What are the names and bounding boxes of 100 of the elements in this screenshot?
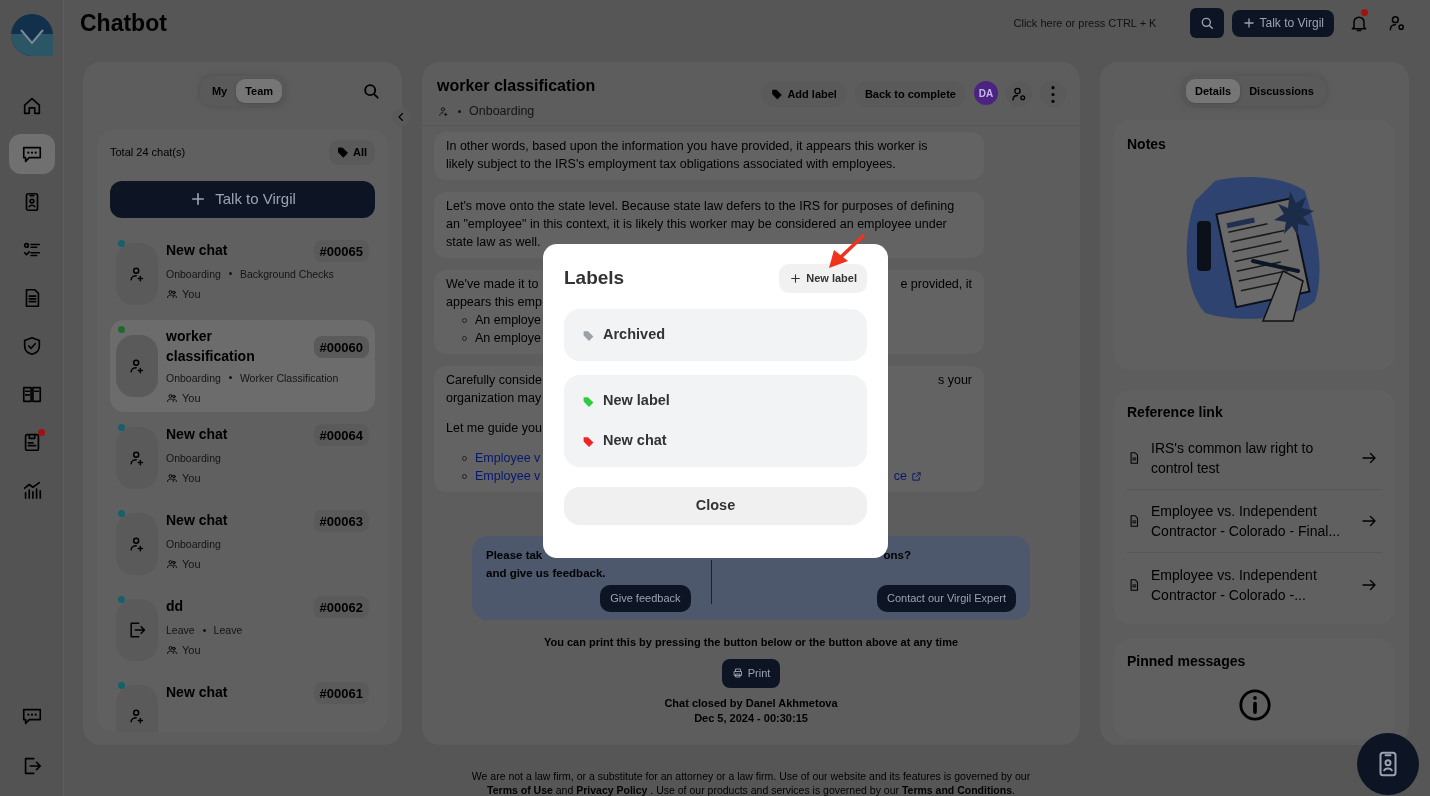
exit-icon (127, 620, 147, 640)
reference-link[interactable]: Employee vs. Independent Contractor - Colorado -... (1151, 564, 1346, 605)
search-field[interactable]: Click here or press CTRL + K (1011, 13, 1182, 33)
message-text: An employe (475, 330, 541, 347)
plus-icon (1241, 16, 1256, 30)
message-text: likely subject to the IRS's employment tax obligations associated with employees. (446, 156, 896, 173)
info-icon (1237, 688, 1272, 722)
message-text: organization may (446, 390, 542, 407)
chat-list-item[interactable]: New chat #00063 Onboarding You (110, 504, 375, 584)
chat-owner: You (182, 471, 201, 486)
message-text: Let's move onto the state level. Because state law defers to the IRS for purposes of defining (446, 198, 955, 215)
printer-icon (731, 667, 744, 679)
chat-title: New chat (166, 425, 228, 444)
chat-title: New chat (166, 683, 228, 702)
contact-expert-button[interactable]: Contact our Virgil Expert (876, 585, 1016, 612)
chat-category: Worker Classification (239, 370, 339, 386)
talk-to-virgil-button[interactable]: Talk to Virgil (1231, 9, 1334, 37)
message-text: an "employee" in this context, it is likely this worker may be considered an employee under (446, 216, 947, 233)
people-icon (166, 391, 178, 404)
chat-list-item[interactable]: New chat #00061 (110, 676, 375, 732)
search-icon (361, 81, 381, 101)
page-title: Chatbot (80, 8, 167, 38)
chat-count: Total 24 chat(s) (110, 145, 186, 160)
feedback-text: Please tak (486, 548, 544, 563)
document-icon (1127, 451, 1141, 465)
user-avatar: DA (974, 81, 998, 105)
disclaimer-text: We are not a law firm, or a substitute for an attorney or a law firm. Use of our website and its features is governed by our (470, 769, 1032, 783)
plus-icon (789, 272, 803, 285)
nav-button[interactable] (8, 134, 55, 174)
print-hint: You can print this by pressing the button below or the button above at any time (543, 635, 959, 650)
chat-category: Onboarding (166, 451, 221, 466)
link[interactable]: Employee v (475, 449, 541, 467)
user-icon (1010, 85, 1028, 103)
chat-owner: You (182, 643, 201, 658)
label-item[interactable]: New chat (564, 421, 867, 461)
logo (8, 12, 55, 56)
separator-dot (458, 109, 461, 113)
back-to-complete-button[interactable]: Back to complete (854, 81, 966, 107)
chat-number: #00064 (313, 424, 369, 446)
people-icon (166, 287, 178, 300)
search-button[interactable] (1189, 8, 1224, 38)
chat-list-item[interactable]: worker classification #00060 Onboarding Worker Classification You (110, 319, 375, 412)
closed-date: Dec 5, 2024 - 00:30:15 (694, 710, 808, 726)
message-text: state law as well. (446, 234, 541, 251)
people-icon (166, 558, 178, 571)
give-feedback-button[interactable]: Give feedback (600, 585, 691, 612)
add-label-button[interactable]: Add label (761, 81, 847, 107)
separator-dot (202, 628, 206, 632)
tab[interactable]: Team (236, 78, 283, 104)
message-text: appears this emp (446, 294, 542, 311)
filter-button[interactable]: All (328, 140, 375, 165)
document-icon (1127, 514, 1141, 528)
people-icon (166, 472, 178, 485)
reference-link[interactable]: Employee vs. Independent Contractor - Colorado - Final... (1151, 501, 1346, 541)
document-icon (1127, 577, 1141, 592)
chat-category: Onboarding (166, 537, 221, 552)
separator-dot (228, 272, 232, 275)
print-button[interactable]: Print (721, 658, 781, 688)
chat-number: #00065 (313, 239, 369, 262)
chat-category: Onboarding (166, 266, 221, 282)
people-icon (166, 644, 178, 657)
external-link-icon (911, 470, 922, 482)
feedback-text: ons? (882, 548, 912, 563)
label-item[interactable]: New label (564, 381, 867, 421)
chat-title: dd (166, 597, 184, 616)
link[interactable]: ce (893, 467, 907, 485)
label-item[interactable]: Archived (564, 315, 867, 355)
chat-title: worker classification (166, 326, 256, 366)
close-button[interactable]: Close (564, 487, 867, 525)
chat-number: #00063 (313, 510, 369, 532)
tag-icon (771, 88, 784, 100)
tab[interactable]: Details (1186, 78, 1241, 104)
talk-to-virgil-button[interactable]: Talk to Virgil (110, 180, 375, 218)
link[interactable]: Employee v (475, 467, 541, 485)
conversation-category: Onboarding (469, 103, 535, 120)
chat-category: Background Checks (239, 266, 334, 282)
reference-link[interactable]: IRS's common law right to control test (1151, 438, 1346, 478)
tag-icon (582, 394, 595, 408)
tag-icon (336, 146, 349, 159)
tag-icon (582, 328, 595, 342)
person-icon (437, 104, 450, 118)
closed-by-text: Chat closed by Danel Akhmetova (664, 695, 838, 711)
chat-category: Leave (166, 623, 195, 638)
dialog-title: Labels (564, 266, 625, 291)
message-text: Let me guide you (446, 420, 542, 437)
message-text: s your (937, 372, 972, 389)
chat-title: New chat (166, 511, 228, 530)
chat-list-item[interactable]: dd #00062 Leave Leave You (110, 590, 375, 670)
tab[interactable]: My (202, 78, 237, 104)
chat-list-item[interactable]: New chat #00064 Onboarding You (110, 418, 375, 498)
new-label-button[interactable]: New label (779, 264, 867, 293)
separator-dot (228, 376, 232, 379)
tab[interactable]: Discussions (1240, 78, 1323, 104)
message-text: Carefully conside (446, 372, 542, 389)
chat-list-item[interactable]: New chat #00065 Onboarding Background Checks You (110, 233, 375, 314)
reference-heading: Reference link (1127, 403, 1224, 422)
chat-owner: You (182, 286, 201, 302)
chat-category: Leave (213, 623, 243, 638)
kebab-icon (1051, 85, 1055, 103)
conversation-title: worker classification (437, 76, 596, 96)
